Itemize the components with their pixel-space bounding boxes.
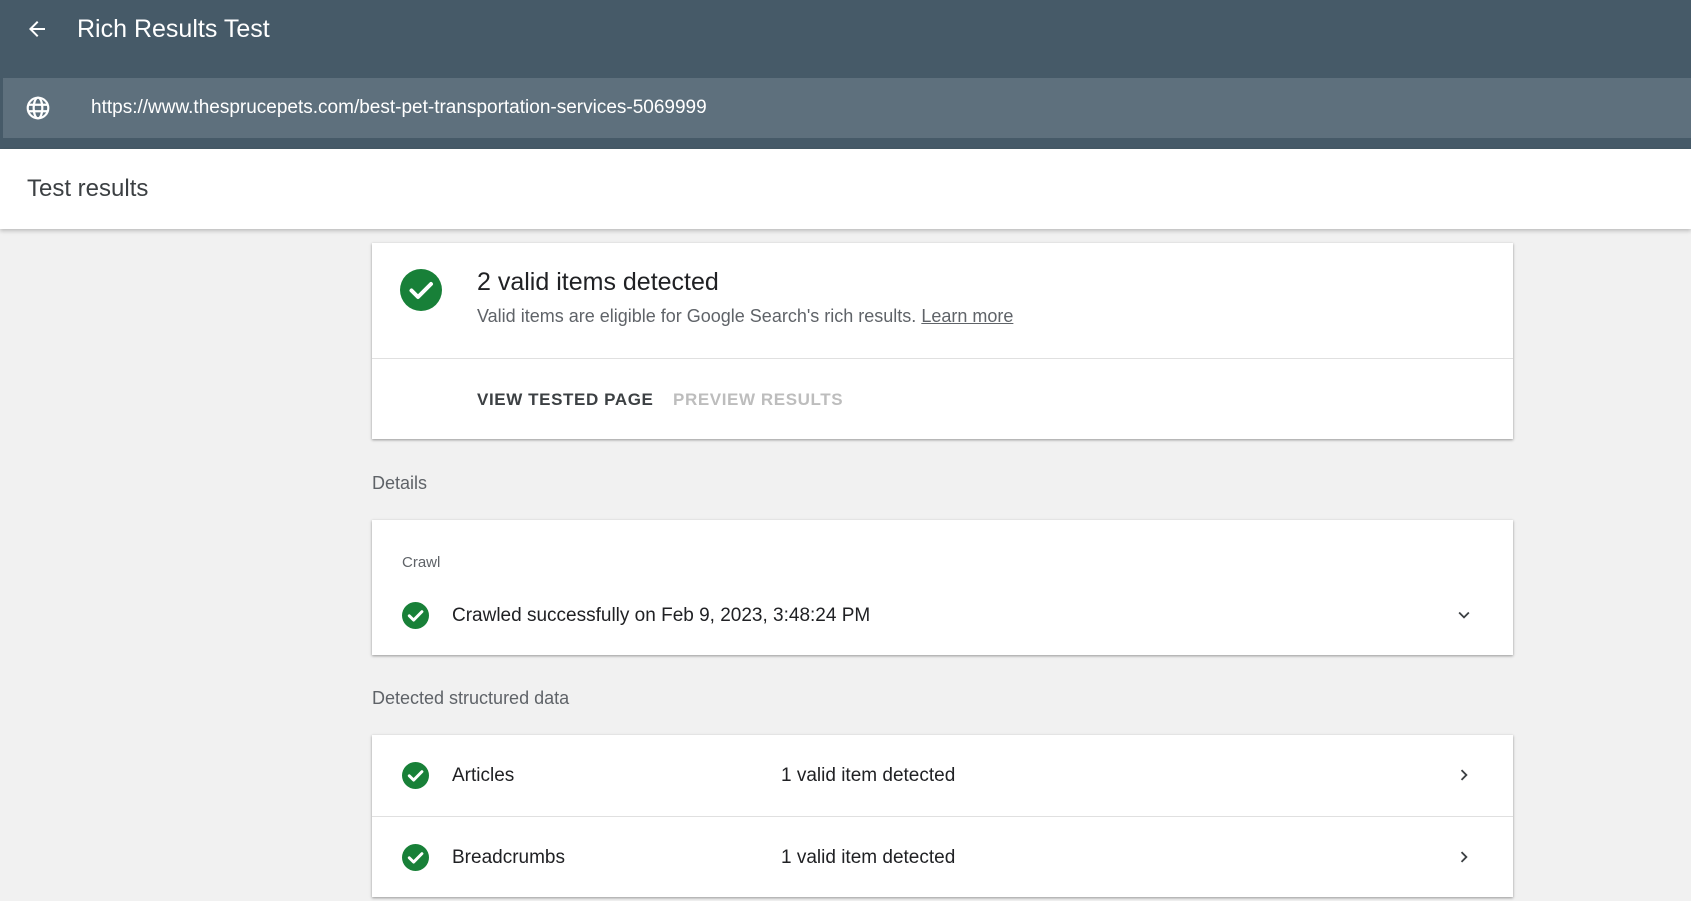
summary-card: 2 valid items detected Valid items are e… [372, 243, 1513, 439]
results-header: Test results [0, 149, 1691, 229]
structured-data-name: Breadcrumbs [452, 847, 565, 868]
check-circle-icon [402, 844, 429, 871]
url-bar[interactable] [3, 78, 1691, 138]
check-circle-icon [402, 762, 429, 789]
structured-data-row-articles[interactable]: Articles 1 valid item detected [372, 735, 1513, 816]
structured-data-heading: Detected structured data [372, 688, 570, 708]
chevron-right-icon[interactable] [1453, 764, 1475, 786]
back-button[interactable] [22, 14, 52, 44]
page-title: Test results [27, 175, 149, 202]
structured-data-status: 1 valid item detected [781, 847, 956, 868]
view-tested-page-button[interactable]: VIEW TESTED PAGE [477, 390, 653, 410]
title-row: Rich Results Test [0, 0, 1691, 78]
summary-title: 2 valid items detected [477, 268, 719, 296]
structured-data-card: Articles 1 valid item detected Breadcrum… [372, 735, 1513, 897]
url-input[interactable] [91, 92, 1591, 124]
arrow-back-icon [29, 21, 45, 37]
structured-data-status: 1 valid item detected [781, 765, 956, 786]
app-header: Rich Results Test [0, 0, 1691, 149]
crawl-status: Crawled successfully on Feb 9, 2023, 3:4… [452, 605, 871, 626]
structured-data-row-breadcrumbs[interactable]: Breadcrumbs 1 valid item detected [372, 816, 1513, 897]
summary-subtitle: Valid items are eligible for Google Sear… [477, 305, 1013, 327]
check-circle-icon [400, 269, 442, 311]
crawl-card: Crawl Crawled successfully on Feb 9, 202… [372, 520, 1513, 655]
divider [372, 358, 1513, 359]
details-heading: Details [372, 473, 428, 493]
chevron-right-icon[interactable] [1453, 846, 1475, 868]
structured-data-name: Articles [452, 765, 515, 786]
summary-subtitle-text: Valid items are eligible for Google Sear… [477, 306, 917, 326]
globe-icon [26, 96, 50, 120]
learn-more-link[interactable]: Learn more [921, 306, 1013, 326]
preview-results-button[interactable]: PREVIEW RESULTS [673, 390, 843, 410]
app-title: Rich Results Test [77, 15, 270, 43]
check-circle-icon [402, 602, 429, 629]
chevron-down-icon[interactable] [1453, 604, 1475, 626]
crawl-label: Crawl [402, 554, 441, 571]
